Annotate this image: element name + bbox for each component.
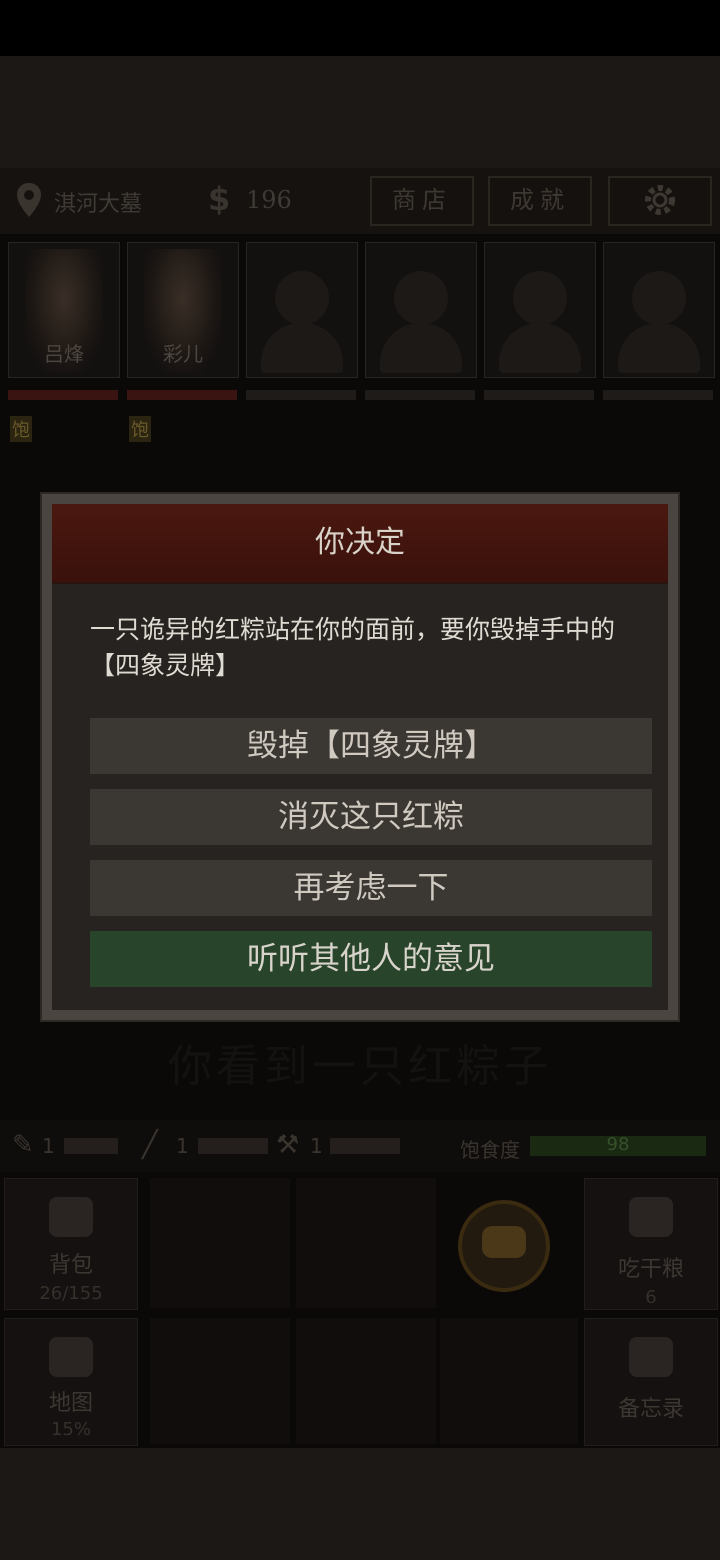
silhouette-icon [632,271,686,325]
status-badge: 饱 [129,416,151,442]
chat-icon [482,1226,526,1258]
notebook-icon [629,1337,673,1377]
dpad-right[interactable] [440,1318,578,1444]
status-badge: 饱 [10,416,32,442]
backpack-count: 26/155 [39,1283,103,1304]
character-name: 吕烽 [44,342,84,366]
game-screen: 淇河大墓 $ 196 商店 成就 吕烽 彩儿 饱 饱 你看到一只红粽子 ✎ 1 … [0,168,720,1448]
shovel-icon: ⚒ [276,1130,300,1160]
food-bag-icon [629,1197,673,1237]
satiety-value: 98 [606,1134,630,1155]
health-bar [603,390,713,400]
backpack-label: 背包 [48,1253,93,1278]
torch-bar [64,1138,118,1154]
silhouette-icon [513,271,567,325]
dpad-up-left[interactable] [150,1178,290,1308]
memo-button[interactable]: 备忘录 [584,1318,718,1446]
character-slot-1[interactable]: 吕烽 [8,242,120,378]
option-kill-zombie[interactable]: 消灭这只红粽 [90,789,652,845]
background-prompt: 你看到一只红粽子 [168,1041,552,1092]
achievement-button[interactable]: 成就 [488,176,592,226]
character-slot-2[interactable]: 彩儿 [127,242,239,378]
health-bar [8,390,118,400]
health-bar [246,390,356,400]
dialog-message: 一只诡异的红粽站在你的面前，要你毁掉手中的【四象灵牌】 [90,615,616,680]
settings-button[interactable] [608,176,712,226]
eat-count: 6 [645,1287,657,1308]
torch-icon: ✎ [12,1130,34,1160]
map-icon [49,1337,93,1377]
silhouette-icon [394,271,448,325]
health-bar [365,390,475,400]
character-name: 彩儿 [163,342,203,366]
map-percent: 15% [50,1419,91,1440]
status-bar-area [0,0,720,56]
health-bar [127,390,237,400]
option-ask-others[interactable]: 听听其他人的意见 [90,931,652,987]
memo-label: 备忘录 [617,1397,684,1422]
money-icon: $ [208,180,231,218]
backpack-button[interactable]: 背包 26/155 [4,1178,138,1310]
money-amount: 196 [246,186,292,214]
location-name: 淇河大墓 [54,192,143,217]
character-slot-empty [246,242,358,378]
map-label: 地图 [48,1391,93,1416]
dpad-left[interactable] [150,1318,290,1444]
character-slot-empty [365,242,477,378]
chat-button[interactable] [458,1200,550,1292]
rope-icon: ╱ [142,1130,158,1160]
dialog-title: 你决定 [315,525,405,560]
dialog-body: 你决定 一只诡异的红粽站在你的面前，要你毁掉手中的【四象灵牌】 毁掉【四象灵牌】… [52,504,668,1010]
health-bar [484,390,594,400]
top-bar: 淇河大墓 $ 196 商店 成就 [0,168,720,234]
dpad-down[interactable] [296,1318,436,1444]
shovel-count: 1 [310,1134,323,1158]
rope-count: 1 [176,1134,189,1158]
shovel-bar [330,1138,400,1154]
bottom-letterbox [0,1448,720,1560]
satiety-label: 饱食度 [460,1138,520,1162]
character-slot-empty [603,242,715,378]
gear-icon [645,185,675,215]
backpack-icon [49,1197,93,1237]
resource-bar: ✎ 1 ╱ 1 ⚒ 1 饱食度 98 [0,1120,720,1172]
decision-dialog: 你决定 一只诡异的红粽站在你的面前，要你毁掉手中的【四象灵牌】 毁掉【四象灵牌】… [40,492,680,1022]
torch-count: 1 [42,1134,55,1158]
map-button[interactable]: 地图 15% [4,1318,138,1446]
dialog-header: 你决定 [52,504,668,584]
eat-rations-button[interactable]: 吃干粮 6 [584,1178,718,1310]
character-slot-empty [484,242,596,378]
top-letterbox [0,56,720,168]
silhouette-icon [275,271,329,325]
eat-label: 吃干粮 [617,1257,684,1282]
shop-button[interactable]: 商店 [370,176,474,226]
option-destroy-tablet[interactable]: 毁掉【四象灵牌】 [90,718,652,774]
location-pin-icon [17,183,41,217]
rope-bar [198,1138,268,1154]
option-reconsider[interactable]: 再考虑一下 [90,860,652,916]
dpad-up[interactable] [296,1178,436,1308]
